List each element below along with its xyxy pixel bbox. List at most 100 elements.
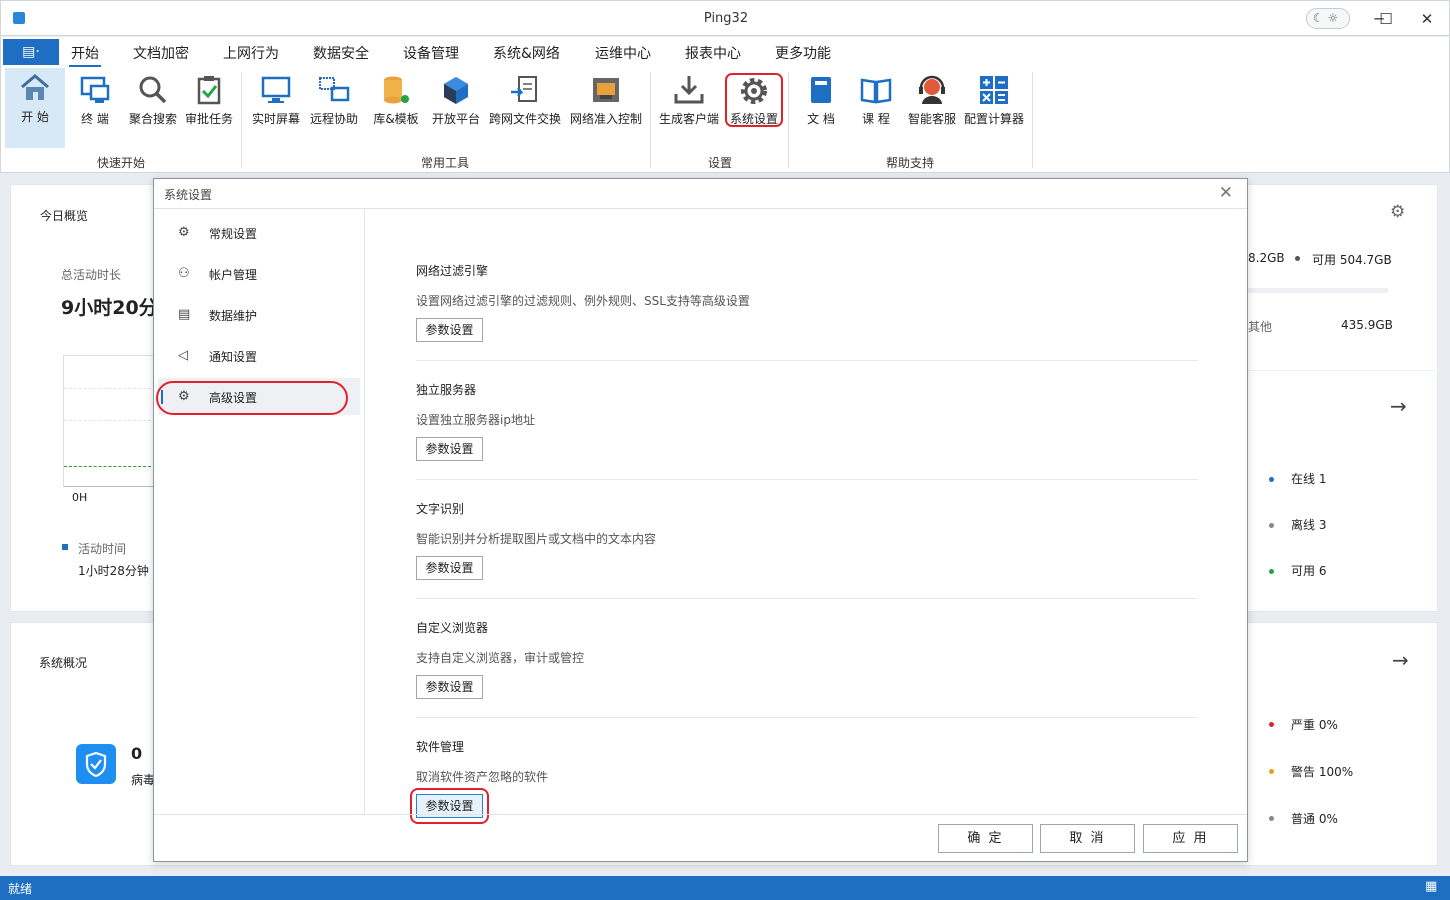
nav-item-label: 通知设置	[209, 350, 258, 364]
virus-count: 0	[131, 744, 143, 763]
cross-network-file-exchange-button[interactable]: 跨网文件交换	[486, 70, 564, 146]
nav-item-notifications[interactable]: ◁ 通知设置	[158, 337, 360, 374]
settings-nav: ⚙ 常规设置 ⚇ 帐户管理 ▤ 数据维护 ◁ 通知设置 ⚙ 高级设置	[154, 209, 365, 814]
megaphone-icon: ◁	[178, 348, 188, 363]
nav-item-accounts[interactable]: ⚇ 帐户管理	[158, 255, 360, 292]
realtime-screen-button[interactable]: 实时屏幕	[248, 70, 304, 146]
remote-assist-label: 远程协助	[309, 112, 358, 126]
highlight-ring	[410, 788, 489, 824]
generate-client-button[interactable]: 生成客户端	[656, 70, 722, 146]
ethernet-port-icon	[593, 78, 619, 102]
generate-client-label: 生成客户端	[658, 112, 719, 126]
remote-desktop-icon	[319, 77, 350, 102]
monitor-icon	[261, 76, 291, 103]
tab-ops-center[interactable]: 运维中心	[595, 43, 651, 63]
group-divider	[1032, 72, 1033, 168]
maximize-button[interactable]: ☐	[1366, 5, 1406, 33]
severe-percent: 严重 0%	[1291, 718, 1338, 732]
start-button[interactable]: 开 始	[5, 68, 65, 148]
standalone-server-params-button[interactable]: 参数设置	[416, 437, 483, 461]
tab-report-center[interactable]: 报表中心	[685, 43, 741, 63]
status-bar: 就绪 ▦	[0, 876, 1450, 900]
system-settings-button[interactable]: 系统设置	[725, 73, 783, 127]
file-transfer-icon	[511, 76, 537, 102]
tab-doc-encryption[interactable]: 文档加密	[133, 43, 189, 63]
menu-bar: ▤· 开始 文档加密 上网行为 数据安全 设备管理 系统&网络 运维中心 报表中…	[0, 37, 1450, 67]
documents-button[interactable]: 文 档	[796, 70, 846, 146]
other-label: 其他	[1248, 320, 1273, 334]
tab-more[interactable]: 更多功能	[775, 43, 831, 63]
custom-browser-params-button[interactable]: 参数设置	[416, 675, 483, 699]
app-menu-button[interactable]: ▤·	[3, 39, 59, 65]
window-title: Ping32	[703, 11, 749, 26]
terminal-icon	[80, 76, 110, 103]
network-filter-params-button[interactable]: 参数设置	[416, 318, 483, 342]
approval-tasks-label: 审批任务	[184, 112, 233, 126]
online-count: 在线 1	[1291, 472, 1327, 486]
realtime-screen-label: 实时屏幕	[251, 112, 300, 126]
activity-legend-value: 1小时28分钟	[78, 564, 149, 578]
disk-available: 可用 504.7GB	[1312, 253, 1392, 267]
section-title-software-management: 软件管理	[416, 740, 465, 754]
terminal-button[interactable]: 终 端	[70, 70, 120, 146]
ocr-params-button[interactable]: 参数设置	[416, 556, 483, 580]
theme-toggle[interactable]: ☾ ☼	[1306, 8, 1350, 29]
severe-dot	[1269, 722, 1274, 727]
group-label-help: 帮助支持	[885, 156, 934, 170]
section-divider	[416, 717, 1198, 718]
approval-tasks-button[interactable]: 审批任务	[182, 70, 236, 146]
nav-item-general[interactable]: ⚙ 常规设置	[158, 214, 360, 251]
resize-grip-icon[interactable]: ▦	[1425, 879, 1437, 894]
remote-assist-button[interactable]: 远程协助	[306, 70, 362, 146]
dialog-close-icon[interactable]: ✕	[1219, 183, 1233, 203]
apply-button[interactable]: 应 用	[1143, 824, 1238, 853]
open-platform-button[interactable]: 开放平台	[428, 70, 484, 146]
online-dot	[1269, 477, 1274, 482]
library-templates-button[interactable]: 库&模板	[368, 70, 424, 146]
headset-icon	[919, 75, 945, 104]
system-overview-title: 系统概况	[39, 656, 88, 670]
warning-dot	[1269, 769, 1274, 774]
chart-gridline	[64, 388, 156, 389]
tab-start[interactable]: 开始	[71, 43, 99, 63]
tab-data-security[interactable]: 数据安全	[313, 43, 369, 63]
cancel-button[interactable]: 取 消	[1040, 824, 1135, 853]
dialog-title: 系统设置	[164, 188, 213, 202]
network-access-control-button[interactable]: 网络准入控制	[566, 70, 646, 146]
open-platform-label: 开放平台	[431, 112, 480, 126]
title-bar: Ping32 ☾ ☼ ─ ☐ ✕	[0, 0, 1450, 36]
config-calculator-button[interactable]: 配置计算器	[962, 70, 1026, 146]
available-dot	[1269, 569, 1274, 574]
tab-web-behavior[interactable]: 上网行为	[223, 43, 279, 63]
activity-chart	[63, 355, 156, 487]
normal-percent: 普通 0%	[1291, 812, 1338, 826]
documents-label: 文 档	[807, 112, 835, 126]
nav-item-data-maintenance[interactable]: ▤ 数据维护	[158, 296, 360, 333]
tab-device-management[interactable]: 设备管理	[403, 43, 459, 63]
tab-system-network[interactable]: 系统&网络	[493, 43, 560, 63]
cube-icon	[444, 77, 468, 104]
disk-used-partial: 8.2GB	[1248, 251, 1285, 265]
activity-legend-label: 活动时间	[78, 542, 127, 556]
nav-item-label: 数据维护	[209, 309, 258, 323]
aggregate-search-button[interactable]: 聚合搜索	[124, 70, 182, 146]
close-button[interactable]: ✕	[1407, 5, 1447, 33]
courses-button[interactable]: 课 程	[852, 70, 900, 146]
home-icon	[21, 74, 49, 100]
gear-icon	[741, 78, 767, 104]
available-count: 可用 6	[1291, 564, 1327, 578]
network-access-control-label: 网络准入控制	[569, 112, 642, 126]
terminals-arrow-icon[interactable]: →	[1390, 394, 1407, 418]
section-divider	[416, 598, 1198, 599]
calculator-icon	[980, 76, 1008, 104]
ok-button[interactable]: 确 定	[938, 824, 1033, 853]
smart-service-label: 智能客服	[907, 112, 956, 126]
virus-label: 病毒	[131, 773, 156, 787]
section-desc-software-management: 取消软件资产忽略的软件	[416, 770, 549, 784]
alerts-arrow-icon[interactable]: →	[1392, 648, 1409, 672]
gear-icon[interactable]: ⚙	[1390, 202, 1405, 222]
shield-icon	[76, 744, 116, 784]
group-label-quick-start: 快速开始	[96, 156, 145, 170]
smart-service-button[interactable]: 智能客服	[904, 70, 960, 146]
disk-available-dot	[1295, 256, 1300, 261]
